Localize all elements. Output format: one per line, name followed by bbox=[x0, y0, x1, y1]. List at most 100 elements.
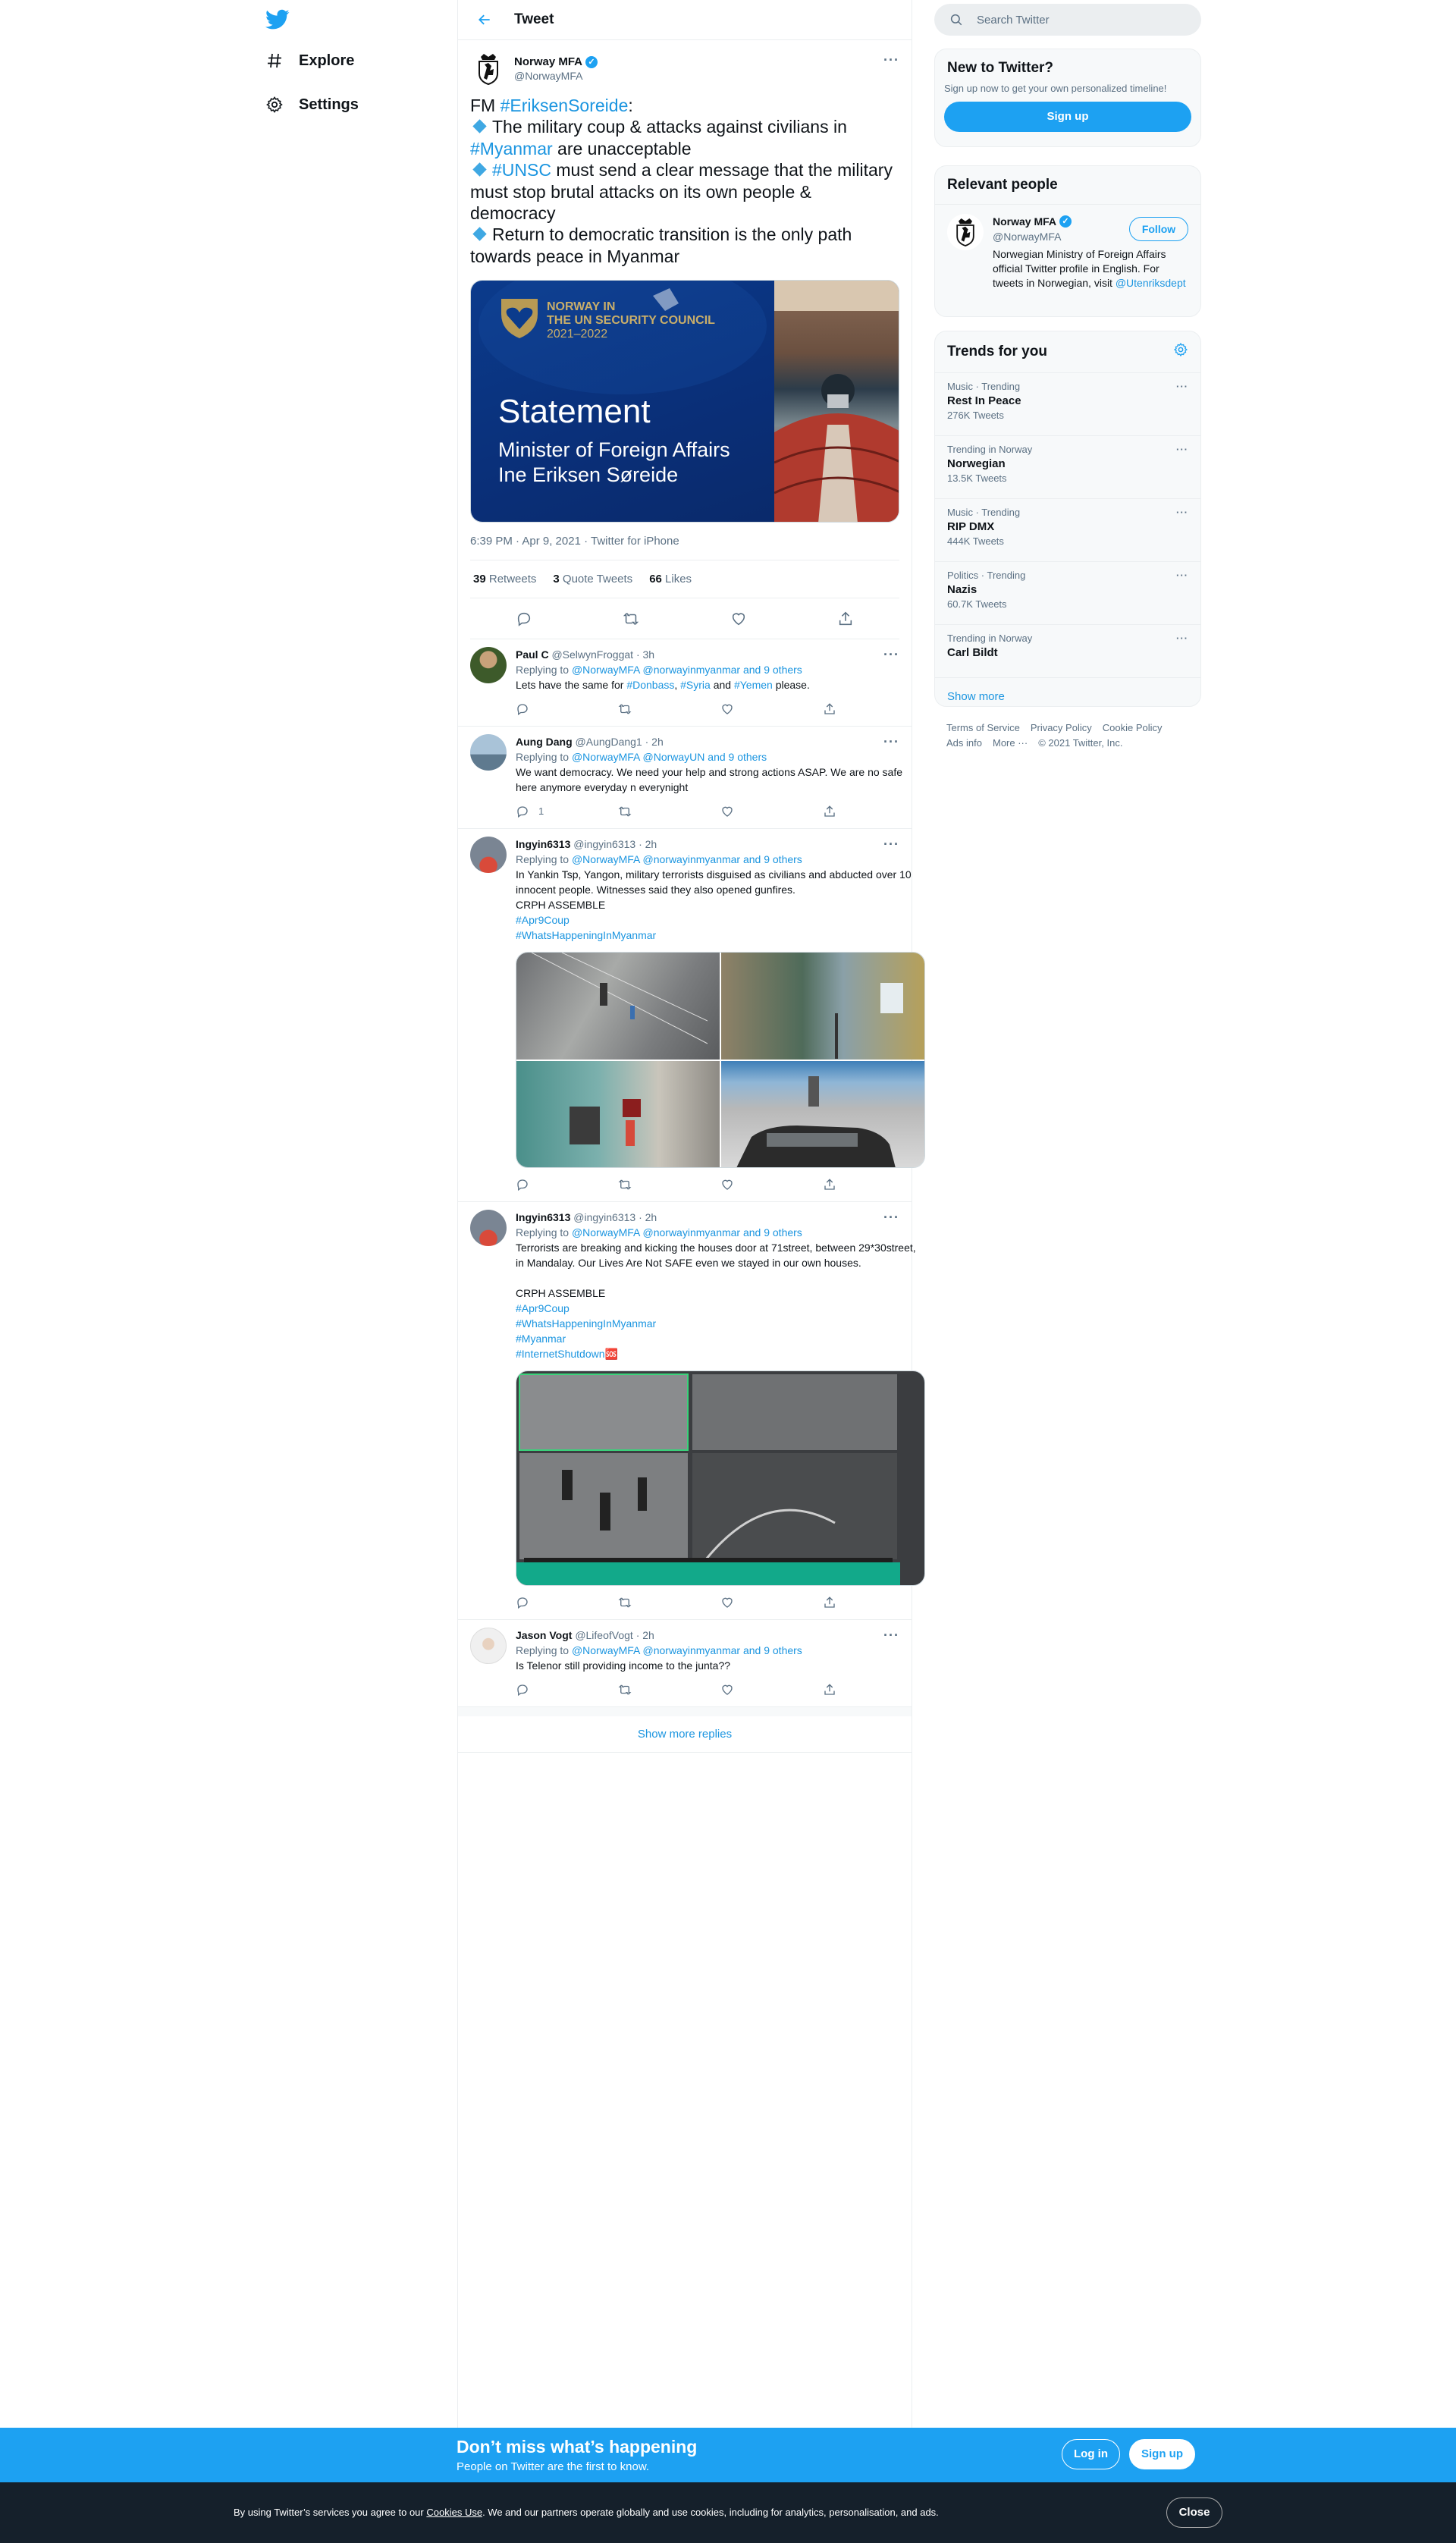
hashtag-link[interactable]: #Myanmar bbox=[516, 1333, 566, 1345]
more-options-icon[interactable]: ··· bbox=[883, 734, 899, 750]
likes-stat[interactable]: 66 Likes bbox=[649, 573, 692, 586]
hashtag-link[interactable]: #Syria bbox=[680, 679, 711, 691]
retweets-stat[interactable]: 39 Retweets bbox=[473, 573, 536, 586]
more-options-icon[interactable]: ··· bbox=[1176, 633, 1188, 644]
follow-button[interactable]: Follow bbox=[1129, 217, 1188, 241]
avatar[interactable] bbox=[470, 647, 507, 684]
reply-photo[interactable] bbox=[516, 1370, 925, 1587]
like-icon[interactable] bbox=[720, 702, 823, 716]
retweet-icon[interactable] bbox=[618, 702, 720, 716]
bio-mention-link[interactable]: @Utenriksdept bbox=[1116, 277, 1186, 289]
show-more-replies[interactable]: Show more replies bbox=[458, 1707, 912, 1753]
like-icon[interactable] bbox=[720, 1683, 823, 1697]
share-icon[interactable] bbox=[823, 805, 925, 818]
footer-more-link[interactable]: More ··· bbox=[993, 737, 1028, 749]
hashtag-link[interactable]: #UNSC bbox=[492, 160, 551, 180]
footer-ads-link[interactable]: Ads info bbox=[946, 737, 982, 749]
reply-author-name[interactable]: Paul C bbox=[516, 648, 549, 661]
reply-author-handle[interactable]: @AungDang1 bbox=[576, 736, 642, 748]
replying-to-link[interactable]: @NorwayMFA @norwayinmyanmar and 9 others bbox=[572, 1644, 802, 1656]
author-handle[interactable]: @NorwayMFA bbox=[514, 70, 598, 82]
reply-tweet[interactable]: Paul C @SelwynFroggat · 3h Replying to @… bbox=[458, 639, 912, 727]
reply-time[interactable]: · 2h bbox=[639, 1211, 657, 1223]
more-options-icon[interactable]: ··· bbox=[883, 1210, 899, 1226]
hashtag-link[interactable]: #InternetShutdown bbox=[516, 1348, 605, 1360]
show-more-trends-link[interactable]: Show more bbox=[947, 690, 1005, 703]
share-icon[interactable] bbox=[823, 702, 925, 716]
avatar[interactable] bbox=[470, 837, 507, 874]
nav-settings[interactable]: Settings bbox=[264, 94, 359, 115]
avatar[interactable] bbox=[470, 1210, 507, 1247]
replying-to-link[interactable]: @NorwayMFA @norwayinmyanmar and 9 others bbox=[572, 664, 802, 676]
like-icon[interactable] bbox=[720, 1596, 823, 1609]
more-options-icon[interactable]: ··· bbox=[883, 52, 899, 68]
reply-author-handle[interactable]: @LifeofVogt bbox=[575, 1629, 633, 1641]
person-handle[interactable]: @NorwayMFA bbox=[993, 231, 1061, 243]
reply-author-name[interactable]: Ingyin6313 bbox=[516, 838, 570, 850]
back-arrow-icon[interactable] bbox=[473, 8, 496, 31]
reply-photo[interactable] bbox=[516, 953, 720, 1060]
cookies-use-link[interactable]: Cookies Use bbox=[426, 2507, 482, 2518]
trend-item[interactable]: Music · Trending Rest In Peace 276K Tweets… bbox=[935, 372, 1200, 435]
reply-author-name[interactable]: Aung Dang bbox=[516, 736, 573, 748]
hashtag-link[interactable]: #Yemen bbox=[734, 679, 773, 691]
settings-gear-icon[interactable] bbox=[1173, 342, 1188, 362]
replying-to-link[interactable]: @NorwayMFA @norwayinmyanmar and 9 others bbox=[572, 853, 802, 865]
tweet-image[interactable]: NORWAY IN THE UN SECURITY COUNCIL 2021–2… bbox=[470, 280, 899, 523]
person-name[interactable]: Norway MFA bbox=[993, 215, 1056, 228]
like-icon[interactable] bbox=[720, 805, 823, 818]
tweet-author[interactable]: Norway MFA ✓ @NorwayMFA ··· bbox=[470, 40, 899, 92]
more-options-icon[interactable]: ··· bbox=[1176, 444, 1188, 455]
avatar[interactable] bbox=[470, 1628, 507, 1665]
reply-time[interactable]: · 3h bbox=[636, 648, 654, 661]
quotes-stat[interactable]: 3 Quote Tweets bbox=[553, 573, 632, 586]
hashtag-link[interactable]: #Donbass bbox=[626, 679, 674, 691]
reply-icon[interactable] bbox=[516, 702, 618, 716]
reply-icon[interactable] bbox=[516, 1683, 618, 1697]
reply-time[interactable]: · 2h bbox=[636, 1629, 654, 1641]
hashtag-link[interactable]: #Myanmar bbox=[470, 139, 553, 159]
retweet-icon[interactable] bbox=[618, 1178, 720, 1191]
reply-tweet[interactable]: Ingyin6313 @ingyin6313 · 2h Replying to … bbox=[458, 829, 925, 1203]
login-button[interactable]: Log in bbox=[1062, 2439, 1120, 2469]
replying-to-link[interactable]: @NorwayMFA @NorwayUN and 9 others bbox=[572, 751, 767, 763]
hashtag-link[interactable]: #WhatsHappeningInMyanmar bbox=[516, 929, 656, 941]
trend-item[interactable]: Music · Trending RIP DMX 444K Tweets ··· bbox=[935, 498, 1200, 561]
twitter-logo-icon[interactable] bbox=[265, 9, 291, 32]
reply-tweet[interactable]: Aung Dang @AungDang1 · 2h Replying to @N… bbox=[458, 727, 912, 830]
reply-author-handle[interactable]: @SelwynFroggat bbox=[551, 648, 633, 661]
relevant-person[interactable]: Norway MFA ✓ @NorwayMFA Follow Norwegian … bbox=[935, 204, 1200, 310]
author-name[interactable]: Norway MFA bbox=[514, 55, 582, 68]
avatar[interactable] bbox=[470, 734, 507, 771]
like-icon[interactable] bbox=[720, 1178, 823, 1191]
share-icon[interactable] bbox=[823, 1178, 925, 1191]
close-button[interactable]: Close bbox=[1166, 2497, 1222, 2528]
more-options-icon[interactable]: ··· bbox=[883, 837, 899, 852]
more-options-icon[interactable]: ··· bbox=[1176, 507, 1188, 518]
retweet-icon[interactable] bbox=[622, 610, 640, 628]
more-options-icon[interactable]: ··· bbox=[1176, 570, 1188, 581]
reply-photo[interactable] bbox=[516, 1060, 720, 1168]
trend-item[interactable]: Trending in Norway Norwegian 13.5K Tweets ·… bbox=[935, 435, 1200, 498]
reply-time[interactable]: · 2h bbox=[645, 736, 664, 748]
more-options-icon[interactable]: ··· bbox=[1176, 381, 1188, 392]
reply-author-name[interactable]: Jason Vogt bbox=[516, 1629, 572, 1641]
hashtag-link[interactable]: #EriksenSoreide bbox=[500, 96, 629, 115]
avatar[interactable] bbox=[470, 51, 507, 87]
show-more-replies-link[interactable]: Show more replies bbox=[638, 1728, 732, 1741]
reply-icon[interactable] bbox=[516, 1596, 618, 1609]
search-input[interactable]: Search Twitter bbox=[934, 4, 1201, 36]
more-options-icon[interactable]: ··· bbox=[883, 647, 899, 663]
like-icon[interactable] bbox=[730, 610, 748, 628]
retweet-icon[interactable] bbox=[618, 1596, 720, 1609]
footer-cookie-link[interactable]: Cookie Policy bbox=[1103, 722, 1163, 733]
hashtag-link[interactable]: #Apr9Coup bbox=[516, 1302, 570, 1314]
reply-photo[interactable] bbox=[721, 1060, 924, 1168]
reply-tweet[interactable]: Jason Vogt @LifeofVogt · 2h Replying to … bbox=[458, 1620, 912, 1708]
hashtag-link[interactable]: #WhatsHappeningInMyanmar bbox=[516, 1317, 656, 1330]
trend-item[interactable]: Trending in Norway Carl Bildt ··· bbox=[935, 624, 1200, 677]
share-icon[interactable] bbox=[823, 1596, 925, 1609]
hashtag-link[interactable]: #Apr9Coup bbox=[516, 914, 570, 926]
reply-time[interactable]: · 2h bbox=[639, 838, 657, 850]
footer-terms-link[interactable]: Terms of Service bbox=[946, 722, 1020, 733]
